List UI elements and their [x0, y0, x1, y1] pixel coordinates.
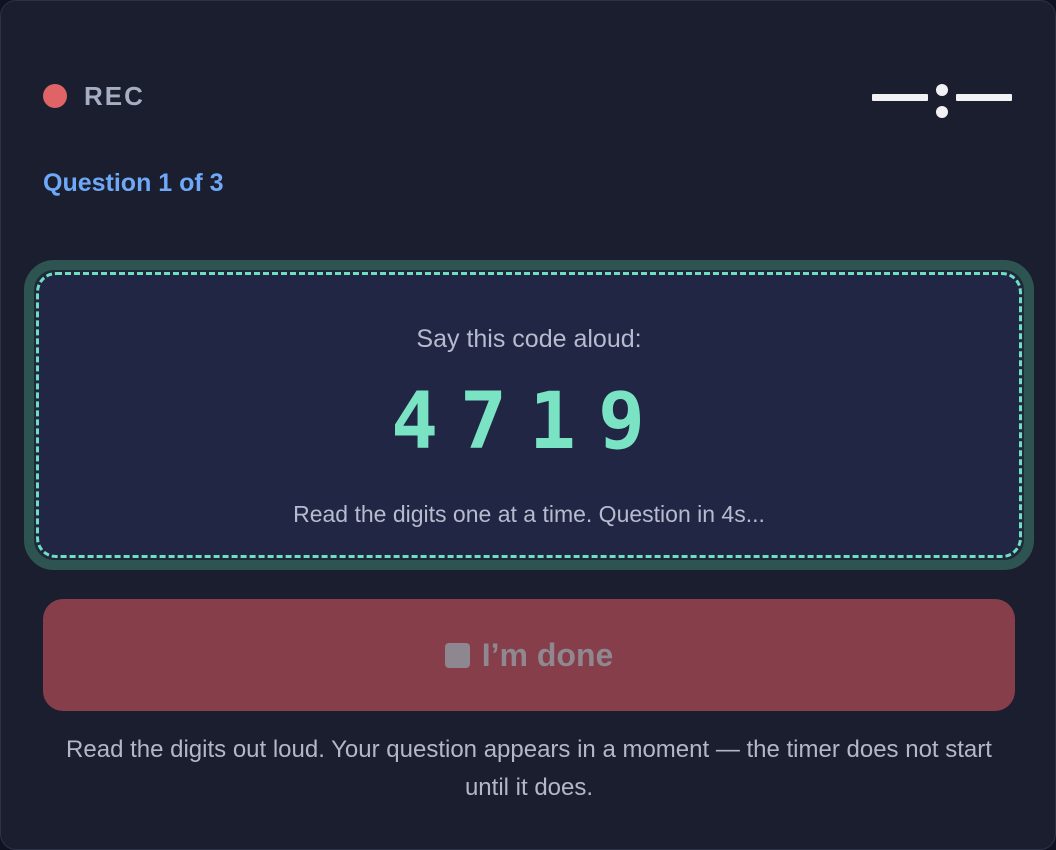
signal-icon	[872, 84, 1012, 118]
record-dot-icon	[43, 84, 67, 108]
code-card: Say this code aloud: 4719 Read the digit…	[24, 260, 1034, 570]
recording-window: REC Question 1 of 3 Say this code aloud:…	[0, 0, 1056, 850]
instructions-text: Read the digits out loud. Your question …	[66, 736, 992, 801]
code-hint: Read the digits one at a time. Question …	[293, 501, 765, 527]
rec-label: REC	[84, 80, 145, 111]
question-counter: Question 1 of 3	[43, 169, 224, 197]
recording-indicator: REC	[43, 81, 145, 111]
done-button-label: I’m done	[481, 636, 614, 673]
done-button[interactable]: I’m done	[43, 599, 1015, 711]
stop-icon	[444, 642, 470, 668]
code-prompt: Say this code aloud:	[416, 325, 642, 353]
code-card-inner: Say this code aloud: 4719 Read the digit…	[36, 272, 1022, 558]
code-digits: 4719	[391, 377, 667, 467]
